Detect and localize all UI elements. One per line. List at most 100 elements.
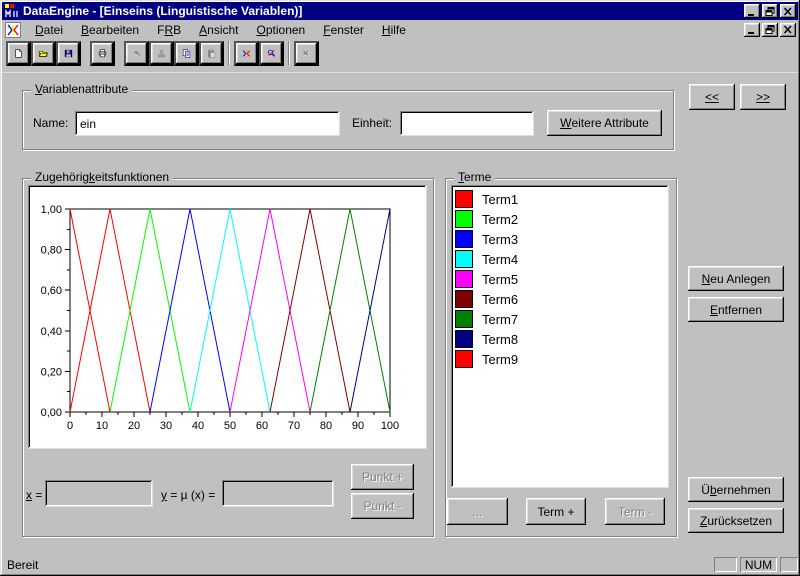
toolbar-open-button[interactable] <box>31 41 56 66</box>
menu-item-frb[interactable]: FRB <box>148 21 190 39</box>
menu-item-bearbeiten[interactable]: Bearbeiten <box>72 21 148 39</box>
svg-text:40: 40 <box>192 420 204 432</box>
mdi-restore-button[interactable] <box>762 23 778 37</box>
menu-item-ansicht[interactable]: Ansicht <box>190 21 247 39</box>
punkt-minus-button: Punkt - <box>351 493 414 519</box>
new-icon <box>14 45 23 62</box>
term-label: Term1 <box>482 192 518 207</box>
toolbar-print-button[interactable] <box>90 41 115 66</box>
svg-text:0,20: 0,20 <box>41 366 62 378</box>
svg-text:10: 10 <box>96 420 108 432</box>
paste-icon <box>207 45 216 62</box>
toolbar-copy-button[interactable] <box>174 41 199 66</box>
term-color-swatch <box>455 190 473 208</box>
term-list-item[interactable]: Term2 <box>451 209 669 229</box>
title-bar[interactable]: DataEngine - [Einseins (Linguistische Va… <box>2 2 798 20</box>
prev-variable-button[interactable]: << <box>689 84 735 110</box>
term-label: Term9 <box>482 352 518 367</box>
mdi-document-icon[interactable] <box>5 22 21 38</box>
term-list-item[interactable]: Term8 <box>451 329 669 349</box>
term-color-swatch <box>455 350 473 368</box>
undo-icon <box>132 45 141 62</box>
neu-anlegen-button[interactable]: Neu Anlegen <box>688 266 784 291</box>
svg-text:0,00: 0,00 <box>41 407 62 419</box>
svg-text:90: 90 <box>352 420 364 432</box>
term-list-item[interactable]: Term4 <box>451 249 669 269</box>
term-list-item[interactable]: Term9 <box>451 349 669 369</box>
term-label: Term5 <box>482 272 518 287</box>
toolbar-paste-button[interactable] <box>199 41 224 66</box>
y-input <box>222 480 334 507</box>
close-button[interactable] <box>780 4 796 18</box>
app-icon[interactable] <box>4 3 20 19</box>
minimize-button[interactable] <box>744 4 760 18</box>
x-label: x = <box>26 488 42 502</box>
term-list-item[interactable]: Term7 <box>451 309 669 329</box>
toolbar-new-button[interactable] <box>6 41 31 66</box>
einheit-label: Einheit: <box>352 116 392 130</box>
status-message: Bereit <box>7 558 38 572</box>
delete-icon <box>302 45 311 62</box>
toolbar-cut-button[interactable] <box>149 41 174 66</box>
restore-button[interactable] <box>762 4 778 18</box>
toolbar-delete-button[interactable] <box>294 41 319 66</box>
entfernen-button[interactable]: Entfernen <box>688 297 784 322</box>
svg-text:0,40: 0,40 <box>41 326 62 338</box>
fuzzy-edit-icon <box>242 45 251 62</box>
term-color-swatch <box>455 230 473 248</box>
term-color-swatch <box>455 290 473 308</box>
toolbar-fuzzy-edit-button[interactable] <box>234 41 259 66</box>
minimize-icon <box>747 25 757 34</box>
term-label: Term8 <box>482 332 518 347</box>
term-plus-button[interactable]: Term + <box>526 498 586 525</box>
menu-item-datei[interactable]: Datei <box>26 21 72 39</box>
copy-icon <box>182 45 191 62</box>
uebernehmen-button[interactable]: Übernehmen <box>688 477 784 502</box>
term-label: Term2 <box>482 212 518 227</box>
term-list-item[interactable]: Term6 <box>451 289 669 309</box>
term-list-item[interactable]: Term5 <box>451 269 669 289</box>
status-panel-caps <box>714 557 737 572</box>
restore-icon <box>765 7 775 16</box>
term-color-swatch <box>455 210 473 228</box>
svg-text:80: 80 <box>320 420 332 432</box>
group-variablenattribute-label: Variablenattribute <box>31 82 132 96</box>
toolbar-fuzzy-zoom-button[interactable] <box>259 41 284 66</box>
y-label: y = µ (x) = <box>161 488 215 502</box>
group-terme-label: Terme <box>454 170 495 184</box>
einheit-input[interactable] <box>400 111 534 136</box>
mdi-close-button[interactable] <box>780 23 796 37</box>
term-label: Term3 <box>482 232 518 247</box>
svg-text:0: 0 <box>67 420 73 432</box>
toolbar-undo-button[interactable] <box>124 41 149 66</box>
term-color-swatch <box>455 310 473 328</box>
membership-chart-plot[interactable]: 01020304050607080901000,000,200,400,600,… <box>28 185 427 449</box>
punkt-plus-button: Punkt + <box>351 464 414 490</box>
term-list-item[interactable]: Term1 <box>451 189 669 209</box>
fuzzy-zoom-icon <box>267 45 276 62</box>
save-icon <box>64 45 73 62</box>
menu-item-fenster[interactable]: Fenster <box>314 21 373 39</box>
zuruecksetzen-button[interactable]: Zurücksetzen <box>688 508 784 533</box>
toolbar-separator <box>228 41 230 65</box>
menu-item-optionen[interactable]: Optionen <box>248 21 315 39</box>
name-input[interactable] <box>75 111 340 136</box>
next-variable-button[interactable]: >> <box>740 84 786 110</box>
mdi-minimize-button[interactable] <box>744 23 760 37</box>
weitere-attribute-button[interactable]: Weitere Attribute <box>547 110 662 136</box>
svg-text:0,60: 0,60 <box>41 285 62 297</box>
toolbar-save-button[interactable] <box>56 41 81 66</box>
term-listbox[interactable]: Term1 Term2 Term3 Term4 Term5 Term6 Term7 Term8… <box>451 185 669 488</box>
name-label: Name: <box>33 116 68 130</box>
toolbar <box>2 39 798 73</box>
menu-item-hilfe[interactable]: Hilfe <box>373 21 415 39</box>
svg-text:30: 30 <box>160 420 172 432</box>
toolbar-separator <box>288 41 290 65</box>
membership-chart[interactable]: 01020304050607080901000,000,200,400,600,… <box>28 185 427 449</box>
menu-bar: DateiBearbeitenFRBAnsichtOptionenFenster… <box>2 20 798 39</box>
term-list-item[interactable]: Term3 <box>451 229 669 249</box>
term-label: Term6 <box>482 292 518 307</box>
svg-text:50: 50 <box>224 420 236 432</box>
svg-text:20: 20 <box>128 420 140 432</box>
print-icon <box>98 45 107 62</box>
